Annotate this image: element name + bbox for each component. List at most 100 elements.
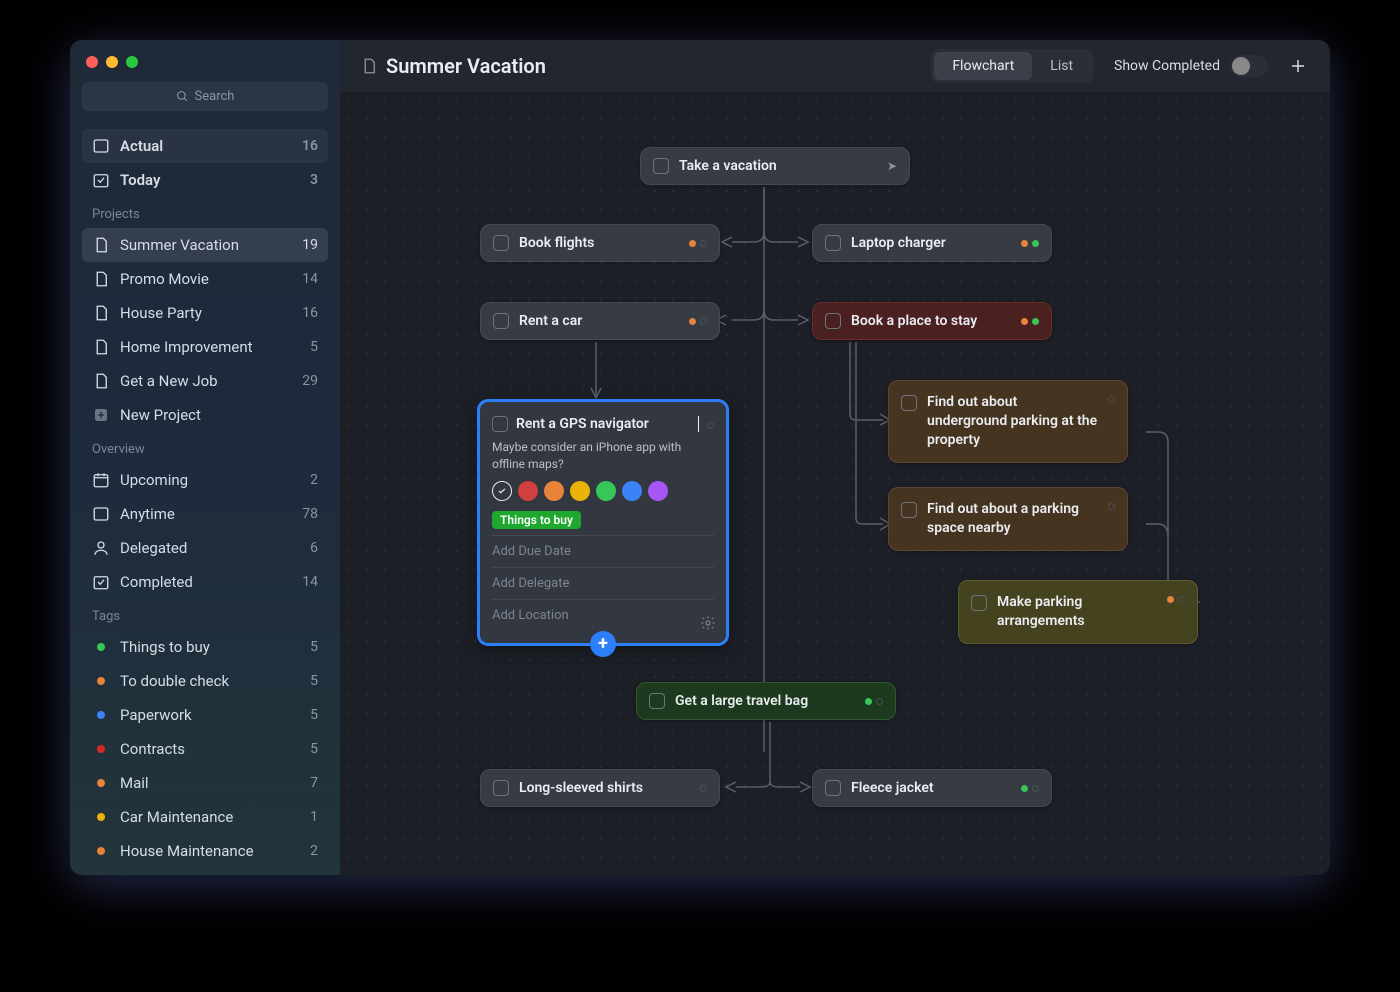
color-option-none[interactable] <box>492 481 512 501</box>
sidebar-item-tag-6[interactable]: House Maintenance2 <box>82 834 328 868</box>
checkbox[interactable] <box>901 395 917 411</box>
document-icon <box>92 304 110 322</box>
document-icon <box>92 338 110 356</box>
checkbox[interactable] <box>492 416 508 432</box>
sidebar-item-tag-4[interactable]: Mail7 <box>82 766 328 800</box>
sidebar-item-project-3[interactable]: Home Improvement5 <box>82 330 328 364</box>
view-toggle: Flowchart List <box>931 49 1094 83</box>
checkbox[interactable] <box>493 235 509 251</box>
node-underground-parking[interactable]: Find out about underground parking at th… <box>888 380 1128 463</box>
sidebar: Search Actual 16 Today 3 Projects Summer… <box>70 40 340 875</box>
checkbox[interactable] <box>653 158 669 174</box>
checkbox[interactable] <box>971 595 987 611</box>
node-travel-bag[interactable]: Get a large travel bag <box>636 682 896 720</box>
sidebar-item-project-0[interactable]: Summer Vacation19 <box>82 228 328 262</box>
sidebar-item-overview-3[interactable]: Completed14 <box>82 565 328 599</box>
color-option-red[interactable] <box>518 481 538 501</box>
checkbox[interactable] <box>901 502 917 518</box>
person-icon <box>92 539 110 557</box>
sidebar-item-tag-3[interactable]: Contracts5 <box>82 732 328 766</box>
node-book-place[interactable]: Book a place to stay <box>812 302 1052 340</box>
node-parking-nearby[interactable]: Find out about a parking space nearby <box>888 487 1128 551</box>
projects-section-label: Projects <box>82 197 328 228</box>
node-shirts[interactable]: Long-sleeved shirts <box>480 769 720 807</box>
settings-gear-icon[interactable] <box>700 615 716 635</box>
minimize-window-button[interactable] <box>106 56 118 68</box>
color-option-yellow[interactable] <box>570 481 590 501</box>
new-project-button[interactable]: New Project <box>82 398 328 432</box>
editor-subtitle[interactable]: Maybe consider an iPhone app with offlin… <box>492 439 714 473</box>
node-take-vacation[interactable]: Take a vacation ➤ <box>640 147 910 185</box>
plus-square-icon <box>92 406 110 424</box>
color-option-purple[interactable] <box>648 481 668 501</box>
checkbox[interactable] <box>825 235 841 251</box>
search-input[interactable]: Search <box>82 82 328 111</box>
node-rent-car[interactable]: Rent a car <box>480 302 720 340</box>
checkbox[interactable] <box>825 313 841 329</box>
inbox-icon <box>92 137 110 155</box>
document-icon <box>92 270 110 288</box>
sidebar-item-project-4[interactable]: Get a New Job29 <box>82 364 328 398</box>
topbar: Summer Vacation Flowchart List Show Comp… <box>340 40 1330 92</box>
color-option-blue[interactable] <box>622 481 642 501</box>
overview-section-label: Overview <box>82 432 328 463</box>
search-icon <box>176 90 189 103</box>
checkbox[interactable] <box>493 780 509 796</box>
checkbox[interactable] <box>825 780 841 796</box>
check-icon <box>92 573 110 591</box>
plus-icon <box>1289 57 1307 75</box>
add-location-button[interactable]: Add Location <box>492 599 714 631</box>
node-make-parking[interactable]: Make parking arrangements <box>958 580 1198 644</box>
sidebar-item-overview-2[interactable]: Delegated6 <box>82 531 328 565</box>
add-node-button[interactable] <box>1286 54 1310 78</box>
sidebar-item-actual[interactable]: Actual 16 <box>82 129 328 163</box>
node-laptop-charger[interactable]: Laptop charger <box>812 224 1052 262</box>
sidebar-item-overview-0[interactable]: Upcoming2 <box>82 463 328 497</box>
node-book-flights[interactable]: Book flights <box>480 224 720 262</box>
tag-color-dot <box>97 813 105 821</box>
sidebar-item-tag-5[interactable]: Car Maintenance1 <box>82 800 328 834</box>
add-delegate-button[interactable]: Add Delegate <box>492 567 714 599</box>
document-icon <box>92 372 110 390</box>
tag-color-dot <box>97 745 105 753</box>
tag-color-dot <box>97 779 105 787</box>
checkbox[interactable] <box>493 313 509 329</box>
add-child-node-button[interactable]: + <box>590 631 616 657</box>
tag-color-dot <box>97 643 105 651</box>
show-completed-toggle[interactable]: Show Completed <box>1114 55 1268 77</box>
sidebar-item-tag-1[interactable]: To double check5 <box>82 664 328 698</box>
calendar-check-icon <box>92 171 110 189</box>
sidebar-item-overview-1[interactable]: Anytime78 <box>82 497 328 531</box>
color-option-orange[interactable] <box>544 481 564 501</box>
tags-section-label: Tags <box>82 599 328 630</box>
maximize-window-button[interactable] <box>126 56 138 68</box>
sidebar-item-project-1[interactable]: Promo Movie14 <box>82 262 328 296</box>
close-window-button[interactable] <box>86 56 98 68</box>
navigate-icon[interactable]: ➤ <box>887 159 897 173</box>
color-option-green[interactable] <box>596 481 616 501</box>
inbox-icon <box>92 505 110 523</box>
sidebar-item-tag-0[interactable]: Things to buy5 <box>82 630 328 664</box>
view-flowchart-button[interactable]: Flowchart <box>934 52 1032 80</box>
sidebar-item-project-2[interactable]: House Party16 <box>82 296 328 330</box>
checkbox[interactable] <box>649 693 665 709</box>
sidebar-item-tag-2[interactable]: Paperwork5 <box>82 698 328 732</box>
view-list-button[interactable]: List <box>1032 52 1091 80</box>
app-window: Search Actual 16 Today 3 Projects Summer… <box>70 40 1330 875</box>
switch-control[interactable] <box>1230 55 1268 77</box>
document-icon <box>360 57 378 75</box>
color-picker <box>492 481 714 501</box>
node-editor-gps[interactable]: Rent a GPS navigator Maybe consider an i… <box>478 400 728 645</box>
calendar-icon <box>92 471 110 489</box>
main-area: Summer Vacation Flowchart List Show Comp… <box>340 40 1330 875</box>
document-icon <box>92 236 110 254</box>
editor-tag[interactable]: Things to buy <box>492 511 581 529</box>
node-fleece[interactable]: Fleece jacket <box>812 769 1052 807</box>
flowchart-canvas[interactable]: Take a vacation ➤ Book flights Laptop ch… <box>340 92 1330 875</box>
editor-title-input[interactable]: Rent a GPS navigator <box>516 416 699 432</box>
window-controls <box>82 56 328 82</box>
tag-color-dot <box>97 711 105 719</box>
sidebar-item-today[interactable]: Today 3 <box>82 163 328 197</box>
add-due-date-button[interactable]: Add Due Date <box>492 535 714 567</box>
tag-color-dot <box>97 677 105 685</box>
